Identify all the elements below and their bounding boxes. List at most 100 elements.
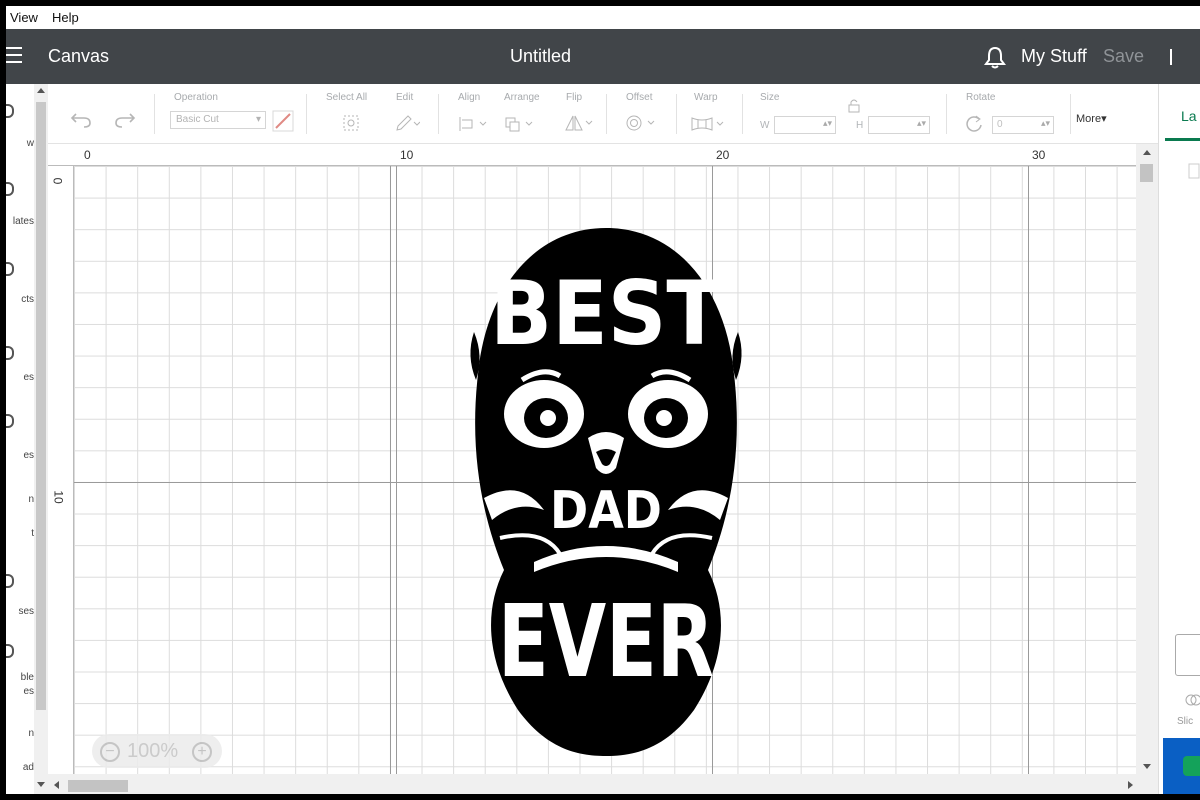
scroll-down-arrow-icon[interactable]: [37, 782, 45, 787]
rotate-value: 0: [997, 119, 1003, 130]
zoom-level: 100%: [127, 740, 179, 762]
undo-icon[interactable]: [70, 110, 92, 128]
canvas-horizontal-scrollbar[interactable]: [48, 774, 1158, 794]
toolbar-divider: [154, 94, 155, 134]
left-design-panel: w lates cts es es n t ses ble es n ad: [6, 84, 48, 794]
rotate-label: Rotate: [966, 92, 996, 103]
group-layers-icon[interactable]: [1187, 162, 1200, 182]
make-it-button[interactable]: [1163, 738, 1200, 794]
size-label: Size: [760, 92, 780, 103]
app-window: View Help Canvas Untitled My Stuff Save …: [6, 6, 1200, 794]
scroll-up-arrow-icon[interactable]: [37, 88, 45, 93]
rail-item-images[interactable]: es: [6, 372, 34, 383]
edit-toolbar: Operation Basic Cut ▾ Select All Edit Ali…: [48, 84, 1158, 144]
header-divider: [1170, 49, 1172, 65]
grid-major-line: [396, 166, 397, 774]
images-icon[interactable]: [6, 346, 14, 360]
ruler-label: 30: [1032, 148, 1046, 162]
projects-icon[interactable]: [6, 262, 14, 276]
tab-layers[interactable]: La: [1181, 108, 1197, 124]
editable-images-icon[interactable]: [6, 644, 14, 658]
toolbar-divider: [438, 94, 439, 134]
stepper-icon[interactable]: ▴▾: [823, 118, 832, 129]
my-stuff-link[interactable]: My Stuff: [1021, 46, 1087, 67]
rail-item-editable[interactable]: ble: [6, 672, 34, 683]
stepper-icon[interactable]: ▴▾: [917, 118, 926, 129]
canvas-vertical-scrollbar[interactable]: [1136, 144, 1158, 774]
warp-label: Warp: [694, 92, 718, 103]
offset-label: Offset: [626, 92, 653, 103]
rail-scroll-thumb[interactable]: [36, 102, 46, 710]
zoom-out-button[interactable]: −: [100, 742, 120, 762]
best-dad-ever-skull-design[interactable]: BEST DAD EVER: [464, 224, 748, 756]
app-header: Canvas Untitled My Stuff Save: [6, 29, 1200, 84]
menu-help[interactable]: Help: [52, 10, 79, 25]
hamburger-menu-icon[interactable]: [6, 47, 22, 65]
width-input[interactable]: ▴▾: [774, 116, 836, 134]
grid-major-line: [1028, 166, 1029, 774]
scroll-up-arrow-icon[interactable]: [1143, 150, 1151, 155]
operation-select[interactable]: Basic Cut ▾: [170, 111, 266, 129]
rail-item-templates[interactable]: lates: [6, 216, 34, 227]
rotate-icon[interactable]: [964, 114, 984, 134]
toolbar-divider: [946, 94, 947, 134]
menu-bar: View Help: [6, 6, 1200, 28]
horizontal-ruler: 0 10 20 30: [48, 144, 1136, 166]
horizontal-scroll-thumb[interactable]: [68, 780, 128, 792]
rail-item-shapes[interactable]: es: [6, 450, 34, 461]
height-input[interactable]: ▴▾: [868, 116, 930, 134]
vertical-scroll-thumb[interactable]: [1140, 164, 1153, 182]
more-label: More: [1076, 113, 1102, 125]
new-icon[interactable]: [6, 104, 14, 118]
more-menu-button[interactable]: More▾: [1076, 112, 1107, 125]
lock-icon[interactable]: [846, 98, 862, 114]
slice-icon[interactable]: [1185, 692, 1200, 708]
templates-icon[interactable]: [6, 182, 14, 196]
zoom-in-button[interactable]: +: [192, 742, 212, 762]
warp-icon[interactable]: [690, 116, 726, 132]
active-tab-indicator: [1165, 138, 1200, 141]
redo-icon[interactable]: [114, 110, 136, 128]
design-canvas[interactable]: 0 10 20 30 0 10 BEST DAD EVER − 100% +: [48, 144, 1136, 774]
rail-scrollbar[interactable]: [34, 84, 48, 794]
rail-item-text[interactable]: t: [6, 528, 34, 539]
rail-item-editable-2[interactable]: es: [6, 686, 34, 697]
stepper-icon[interactable]: ▴▾: [1041, 118, 1050, 129]
toolbar-divider: [606, 94, 607, 134]
select-all-icon[interactable]: [342, 114, 360, 132]
offset-icon[interactable]: [624, 114, 658, 132]
flip-icon[interactable]: [564, 114, 594, 132]
phrases-icon[interactable]: [6, 574, 14, 588]
rail-item-projects[interactable]: cts: [6, 294, 34, 305]
ruler-label: 10: [51, 490, 66, 504]
rail-item-upload-1[interactable]: n: [6, 728, 34, 739]
layer-action-button[interactable]: [1175, 634, 1200, 676]
menu-view[interactable]: View: [10, 10, 38, 25]
left-pupil-highlight: [540, 410, 556, 426]
vertical-ruler: 0 10: [48, 166, 74, 774]
rail-item-upload[interactable]: ad: [6, 762, 34, 773]
arrange-label: Arrange: [504, 92, 540, 103]
word-best: BEST: [490, 262, 722, 365]
scroll-left-arrow-icon[interactable]: [54, 781, 59, 789]
notification-bell-icon[interactable]: [984, 45, 1006, 69]
pen-color-swatch-icon[interactable]: [272, 110, 294, 132]
rotate-input[interactable]: 0 ▴▾: [992, 116, 1054, 134]
document-title[interactable]: Untitled: [510, 46, 571, 67]
align-icon[interactable]: [458, 116, 490, 132]
rail-item-phrases[interactable]: ses: [6, 606, 34, 617]
rail-item-pen[interactable]: n: [6, 494, 34, 505]
shapes-icon[interactable]: [6, 414, 14, 428]
word-dad: DAD: [550, 481, 662, 541]
rail-item-new[interactable]: w: [6, 138, 34, 149]
arrange-icon[interactable]: [504, 116, 536, 132]
slice-label: Slic: [1177, 716, 1194, 727]
chat-icon: [1183, 756, 1200, 776]
scroll-down-arrow-icon[interactable]: [1143, 764, 1151, 769]
scroll-right-arrow-icon[interactable]: [1128, 781, 1133, 789]
app-name: Canvas: [48, 46, 110, 66]
flip-label: Flip: [566, 92, 583, 103]
right-pupil-highlight: [656, 410, 672, 426]
edit-pencil-icon[interactable]: [394, 114, 420, 132]
save-button[interactable]: Save: [1103, 46, 1144, 67]
